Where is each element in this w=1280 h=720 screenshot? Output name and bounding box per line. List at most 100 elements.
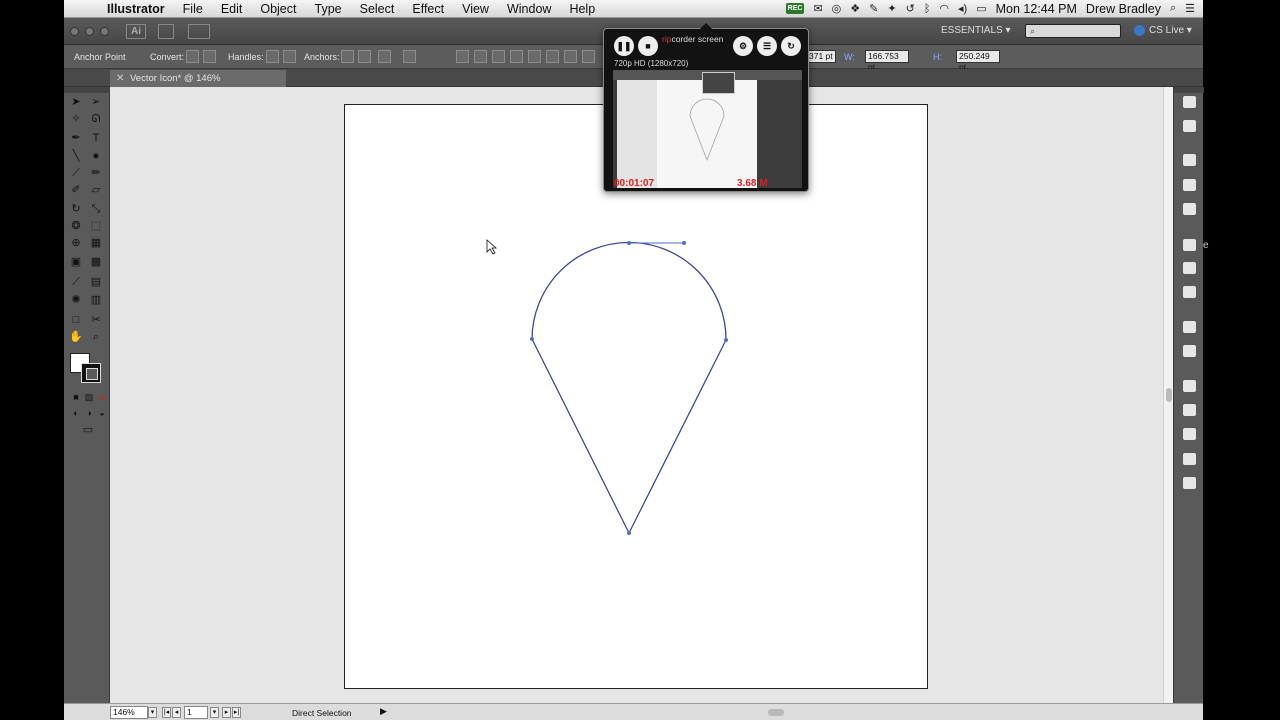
spotlight-search-icon[interactable]: ⌕ xyxy=(1170,2,1176,15)
menu-object[interactable]: Object xyxy=(251,2,305,16)
swatches-panel-icon[interactable] xyxy=(1183,154,1196,166)
arrange-documents-button[interactable] xyxy=(188,24,210,39)
menu-edit[interactable]: Edit xyxy=(212,2,252,16)
workspace-switcher[interactable]: ESSENTIALS ▾ xyxy=(941,25,1011,36)
artboards-panel-icon[interactable] xyxy=(1183,404,1196,416)
recorder-list-button[interactable]: ☰ xyxy=(757,36,777,56)
stroke-panel-icon[interactable] xyxy=(1183,239,1196,251)
stop-recording-button[interactable]: ■ xyxy=(638,36,658,56)
close-window-button[interactable] xyxy=(70,27,79,36)
anchor-point-top[interactable] xyxy=(627,241,631,245)
minimize-window-button[interactable] xyxy=(85,27,94,36)
vertical-scroll-thumb[interactable] xyxy=(1166,388,1172,402)
width-field[interactable]: 166.753 pt xyxy=(865,50,909,72)
appearance-panel-icon[interactable] xyxy=(1183,321,1196,333)
convert-to-corner-button[interactable] xyxy=(186,50,199,63)
previous-artboard-icon[interactable]: ◂ xyxy=(172,707,181,718)
free-transform-tool-icon[interactable]: ⬚ xyxy=(88,219,104,234)
align-right-button[interactable] xyxy=(492,50,505,63)
live-paint-tool-icon[interactable]: ▦ xyxy=(88,236,104,251)
zoom-dropdown-icon[interactable]: ▾ xyxy=(148,707,157,718)
next-artboard-icon[interactable]: ▸ xyxy=(222,707,231,718)
mail-icon[interactable]: ✉ xyxy=(813,2,822,15)
symbol-sprayer-tool-icon[interactable]: ✺ xyxy=(68,293,84,308)
close-document-icon[interactable]: ✕ xyxy=(116,70,124,87)
rotate-tool-icon[interactable]: ↻ xyxy=(68,202,84,217)
isolate-object-button[interactable] xyxy=(403,50,416,63)
remove-anchor-button[interactable] xyxy=(341,50,354,63)
menu-file[interactable]: File xyxy=(174,2,212,16)
eyedropper-tool-icon[interactable]: ⟋ xyxy=(68,275,84,290)
perspective-grid-tool-icon[interactable]: ▣ xyxy=(68,255,84,270)
align-bottom-button[interactable] xyxy=(546,50,559,63)
graphic-styles-panel-icon[interactable] xyxy=(1183,345,1196,357)
brushes-panel-icon[interactable] xyxy=(1183,179,1196,191)
magic-wand-tool-icon[interactable]: ✧ xyxy=(68,112,84,127)
gradient-panel-icon[interactable] xyxy=(1183,262,1196,274)
pathfinder-panel-icon[interactable] xyxy=(1183,477,1196,489)
artboard-tool-icon[interactable]: □ xyxy=(68,313,84,328)
map-pin-path[interactable] xyxy=(531,241,727,535)
selection-tool-icon[interactable]: ➤ xyxy=(68,95,84,110)
cut-path-button[interactable] xyxy=(378,50,391,63)
lasso-tool-icon[interactable]: ᘏ xyxy=(88,112,104,127)
bluetooth-icon[interactable]: ᛒ xyxy=(924,3,931,15)
show-handles-button[interactable] xyxy=(283,50,296,63)
help-search-input[interactable]: ⌕ xyxy=(1025,24,1121,38)
dropbox-icon[interactable]: ❖ xyxy=(850,2,860,15)
blob-brush-tool-icon[interactable]: ✐ xyxy=(68,183,84,198)
menu-type[interactable]: Type xyxy=(306,2,351,16)
screen-mode-icon[interactable]: ▭ xyxy=(78,423,98,438)
menu-select[interactable]: Select xyxy=(351,2,404,16)
anchor-point-left[interactable] xyxy=(530,337,534,341)
artboard-number-field[interactable]: 1 xyxy=(184,706,208,719)
transform-button[interactable] xyxy=(582,50,595,63)
x-position-field[interactable]: 371 pt xyxy=(806,50,836,63)
clock[interactable]: Mon 12:44 PM xyxy=(996,2,1077,16)
transparency-panel-icon[interactable] xyxy=(1183,286,1196,298)
warp-tool-icon[interactable]: ❂ xyxy=(68,219,84,234)
column-graph-tool-icon[interactable]: ▥ xyxy=(88,293,104,308)
color-panel-icon[interactable] xyxy=(1183,96,1196,108)
first-artboard-icon[interactable]: |◂ xyxy=(162,707,171,718)
align-panel-icon[interactable] xyxy=(1183,453,1196,465)
color-guide-panel-icon[interactable] xyxy=(1183,120,1196,132)
gradient-tool-icon[interactable]: ▤ xyxy=(88,275,104,290)
ellipse-tool-icon[interactable]: ● xyxy=(88,149,104,164)
scale-tool-icon[interactable]: ⤡ xyxy=(88,202,104,217)
distribute-button[interactable] xyxy=(564,50,577,63)
direct-selection-tool-icon[interactable]: ➢ xyxy=(88,95,104,110)
document-tab[interactable]: ✕ Vector Icon* @ 146% (RGB/Preview) xyxy=(110,70,286,101)
battery-icon[interactable]: ▭ xyxy=(976,2,986,15)
pencil-tool-icon[interactable]: ✏ xyxy=(88,166,104,181)
none-mode-icon[interactable]: ⧄ xyxy=(94,390,110,405)
status-menu-arrow-icon[interactable]: ▶ xyxy=(380,706,387,717)
zoom-level-field[interactable]: 146% xyxy=(110,706,148,719)
bezier-handle-point[interactable] xyxy=(682,241,686,245)
layers-panel-icon[interactable] xyxy=(1183,380,1196,392)
height-field[interactable]: 250.249 pt xyxy=(956,50,1000,72)
mesh-tool-icon[interactable]: ▩ xyxy=(88,255,104,270)
align-center-button[interactable] xyxy=(474,50,487,63)
menu-window[interactable]: Window xyxy=(498,2,560,16)
recorder-settings-button[interactable]: ⚙ xyxy=(733,36,753,56)
pause-recording-button[interactable]: ❚❚ xyxy=(614,36,634,56)
sync-icon[interactable]: ◎ xyxy=(832,2,842,15)
last-artboard-icon[interactable]: ▸| xyxy=(232,707,241,718)
hide-handles-button[interactable] xyxy=(266,50,279,63)
type-tool-icon[interactable]: T xyxy=(88,131,104,146)
vertical-scrollbar[interactable] xyxy=(1163,87,1173,703)
menu-view[interactable]: View xyxy=(453,2,498,16)
connect-endpoints-button[interactable] xyxy=(358,50,371,63)
recorder-refresh-button[interactable]: ↻ xyxy=(781,36,801,56)
pen-tool-icon[interactable]: ✒ xyxy=(68,131,84,146)
align-middle-button[interactable] xyxy=(528,50,541,63)
time-machine-icon[interactable]: ↺ xyxy=(906,2,915,15)
wifi-icon[interactable]: ◠ xyxy=(939,2,949,15)
artboard-dropdown-icon[interactable]: ▾ xyxy=(210,707,219,718)
panel-dock-grip[interactable] xyxy=(1174,87,1204,93)
symbols-panel-icon[interactable] xyxy=(1183,203,1196,215)
cs-live-menu[interactable]: CS Live ▾ xyxy=(1134,25,1192,36)
notification-center-icon[interactable]: ☰ xyxy=(1185,2,1195,15)
slice-tool-icon[interactable]: ✂ xyxy=(88,313,104,328)
